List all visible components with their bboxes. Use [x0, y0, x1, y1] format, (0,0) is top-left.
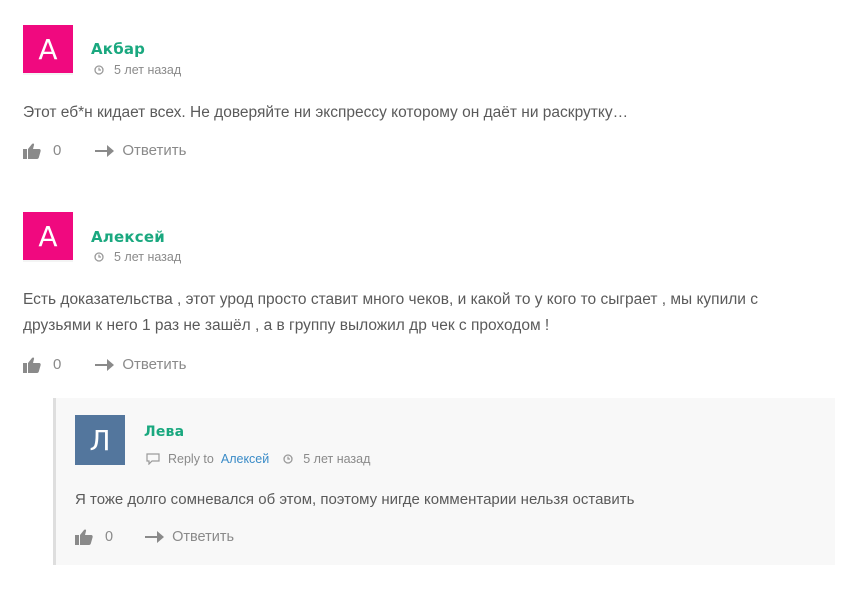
comment-actions: 0 Ответить — [23, 356, 186, 373]
comment-actions: 0 Ответить — [23, 142, 186, 159]
like-count: 0 — [105, 529, 114, 545]
clock-icon — [283, 454, 293, 464]
comment-time[interactable]: 5 лет назад — [114, 63, 181, 77]
speech-bubble-icon — [146, 453, 160, 465]
clock-icon — [94, 252, 104, 262]
comment-meta: 5 лет назад — [94, 63, 181, 77]
avatar-letter: А — [38, 32, 58, 66]
comment-meta: Reply to Алексей 5 лет назад — [146, 452, 370, 466]
comment-time[interactable]: 5 лет назад — [114, 250, 181, 264]
reply-label: Ответить — [122, 142, 187, 159]
reply-arrow-icon — [95, 144, 115, 157]
reply-to-link[interactable]: Алексей — [221, 452, 269, 466]
comment-meta: 5 лет назад — [94, 250, 181, 264]
reply-arrow-icon — [95, 358, 115, 371]
avatar[interactable]: А — [23, 25, 73, 75]
avatar-letter: Л — [89, 423, 111, 457]
like-count: 0 — [53, 142, 62, 159]
avatar[interactable]: Л — [75, 415, 125, 465]
comment-text: Есть доказательства , этот урод просто с… — [23, 287, 758, 339]
avatar-letter: А — [38, 219, 58, 253]
reply-label: Ответить — [122, 356, 187, 373]
thumbs-up-icon[interactable] — [23, 142, 41, 159]
thumbs-up-icon[interactable] — [75, 529, 93, 545]
comment-text: Этот еб*н кидает всех. Не доверяйте ни э… — [23, 104, 629, 121]
comment-actions: 0 Ответить — [75, 529, 234, 545]
comment-author[interactable]: Лева — [144, 424, 184, 440]
comment-author[interactable]: Акбар — [91, 40, 145, 58]
like-count: 0 — [53, 356, 62, 373]
reply-button[interactable]: Ответить — [145, 529, 234, 545]
reply-arrow-icon — [145, 531, 165, 543]
reply-label: Ответить — [172, 529, 235, 545]
comment-text-line: Есть доказательства , этот урод просто с… — [23, 291, 758, 308]
comment-author[interactable]: Алексей — [91, 228, 165, 246]
clock-icon — [94, 65, 104, 75]
reply-button[interactable]: Ответить — [95, 142, 186, 159]
avatar[interactable]: А — [23, 212, 73, 262]
nested-reply: Л Лева Reply to Алексей 5 лет назад Я то… — [53, 398, 835, 565]
comment-time[interactable]: 5 лет назад — [303, 452, 370, 466]
comment-text-line: друзьями к него 1 раз не зашёл , а в гру… — [23, 317, 550, 334]
reply-to-label: Reply to — [168, 452, 214, 466]
comment-text: Я тоже долго сомневался об этом, поэтому… — [75, 491, 635, 508]
thumbs-up-icon[interactable] — [23, 356, 41, 373]
reply-button[interactable]: Ответить — [95, 356, 186, 373]
